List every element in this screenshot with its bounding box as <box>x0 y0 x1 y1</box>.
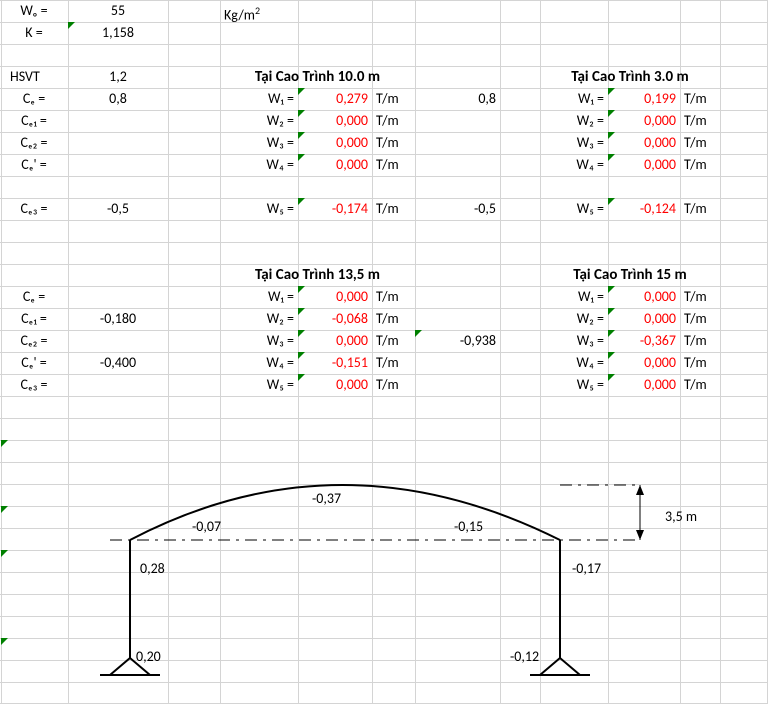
mid-val-10a[interactable]: 0,8 <box>415 88 500 110</box>
w5-label-10: W₅ = <box>220 198 298 220</box>
w3-unit-10: T/m <box>372 132 415 154</box>
w5-value-135[interactable]: 0,000 <box>298 374 372 396</box>
ce1-label: Cₑ₁ = <box>0 110 68 132</box>
w2-value-15[interactable]: 0,000 <box>608 308 680 330</box>
w4-label-3: W₄ = <box>540 154 608 176</box>
diagram-value-top: -0,37 <box>312 490 341 507</box>
wo-value[interactable]: 55 <box>68 0 168 22</box>
ce3-label-2: Cₑ₃ = <box>0 374 68 396</box>
w4-value-10[interactable]: 0,000 <box>298 154 372 176</box>
w2-value-3[interactable]: 0,000 <box>608 110 680 132</box>
w2-unit-10: T/m <box>372 110 415 132</box>
w5-value-10[interactable]: -0,174 <box>298 198 372 220</box>
w5-unit-135: T/m <box>372 374 415 396</box>
w1-label-135: W₁ = <box>220 286 298 308</box>
heading-3m: Tại Cao Trình 3.0 m <box>540 66 720 88</box>
diagram-value-left-mid: 0,28 <box>140 560 165 577</box>
ce3-label: Cₑ₃ = <box>0 198 68 220</box>
w1-value-135[interactable]: 0,000 <box>298 286 372 308</box>
w4-label-15: W₄ = <box>540 352 608 374</box>
w3-label-15: W₃ = <box>540 330 608 352</box>
diagram-value-left-base: 0,20 <box>136 648 161 665</box>
diagram-value-right-upper: -0,15 <box>454 518 483 535</box>
w2-label-15: W₂ = <box>540 308 608 330</box>
w1-label-10: W₁ = <box>220 88 298 110</box>
ce1-value-135[interactable]: -0,180 <box>68 308 168 330</box>
w4-unit-3: T/m <box>680 154 723 176</box>
w2-value-10[interactable]: 0,000 <box>298 110 372 132</box>
w3-label-10: W₃ = <box>220 132 298 154</box>
w2-unit-135: T/m <box>372 308 415 330</box>
w2-label-10: W₂ = <box>220 110 298 132</box>
hsvt-value[interactable]: 1,2 <box>68 66 168 88</box>
ce1-label-2: Cₑ₁ = <box>0 308 68 330</box>
mid-val-10b[interactable]: -0,5 <box>415 198 500 220</box>
w1-value-3[interactable]: 0,199 <box>608 88 680 110</box>
w4-label-135: W₄ = <box>220 352 298 374</box>
w3-value-10[interactable]: 0,000 <box>298 132 372 154</box>
cep-label-2: Cₑ' = <box>0 352 68 374</box>
mid-val-135[interactable]: -0,938 <box>415 330 500 352</box>
diagram-height-label: 3,5 m <box>665 508 697 525</box>
w4-unit-135: T/m <box>372 352 415 374</box>
hsvt-label: HSVT <box>6 66 68 88</box>
w3-unit-135: T/m <box>372 330 415 352</box>
w3-label-135: W₃ = <box>220 330 298 352</box>
k-label: K = <box>0 22 68 44</box>
ce-label: Cₑ = <box>0 88 68 110</box>
diagram-value-right-mid: -0,17 <box>572 560 601 577</box>
w5-unit-3: T/m <box>680 198 723 220</box>
w4-value-135[interactable]: -0,151 <box>298 352 372 374</box>
w3-unit-15: T/m <box>680 330 723 352</box>
cep-label: Cₑ' = <box>0 154 68 176</box>
ce-label-2: Cₑ = <box>0 286 68 308</box>
w4-value-3[interactable]: 0,000 <box>608 154 680 176</box>
w1-value-15[interactable]: 0,000 <box>608 286 680 308</box>
w2-label-135: W₂ = <box>220 308 298 330</box>
w2-unit-15: T/m <box>680 308 723 330</box>
w1-unit-135: T/m <box>372 286 415 308</box>
w5-unit-15: T/m <box>680 374 723 396</box>
w4-value-15[interactable]: 0,000 <box>608 352 680 374</box>
ce2-label-2: Cₑ₂ = <box>0 330 68 352</box>
frame-diagram <box>0 440 768 704</box>
w3-unit-3: T/m <box>680 132 723 154</box>
heading-15m: Tại Cao Trình 15 m <box>540 264 720 286</box>
w4-unit-10: T/m <box>372 154 415 176</box>
w4-unit-15: T/m <box>680 352 723 374</box>
w5-label-135: W₅ = <box>220 374 298 396</box>
w1-label-15: W₁ = <box>540 286 608 308</box>
w5-unit-10: T/m <box>372 198 415 220</box>
w5-value-15[interactable]: 0,000 <box>608 374 680 396</box>
heading-10m: Tại Cao Trình 10.0 m <box>220 66 415 88</box>
w5-label-15: W₅ = <box>540 374 608 396</box>
w1-value-10[interactable]: 0,279 <box>298 88 372 110</box>
cep-value-135[interactable]: -0,400 <box>68 352 168 374</box>
w1-label-3: W₁ = <box>540 88 608 110</box>
ce-value-10[interactable]: 0,8 <box>68 88 168 110</box>
heading-135m: Tại Cao Trình 13,5 m <box>220 264 415 286</box>
wo-label: Wₒ = <box>0 0 68 22</box>
w3-value-3[interactable]: 0,000 <box>608 132 680 154</box>
diagram-value-right-base: -0,12 <box>510 648 539 665</box>
w2-label-3: W₂ = <box>540 110 608 132</box>
w1-unit-3: T/m <box>680 88 723 110</box>
k-value[interactable]: 1,158 <box>68 22 168 44</box>
w3-value-15[interactable]: -0,367 <box>608 330 680 352</box>
w1-unit-15: T/m <box>680 286 723 308</box>
w3-value-135[interactable]: 0,000 <box>298 330 372 352</box>
w5-value-3[interactable]: -0,124 <box>608 198 680 220</box>
w2-value-135[interactable]: -0,068 <box>298 308 372 330</box>
w2-unit-3: T/m <box>680 110 723 132</box>
w4-label-10: W₄ = <box>220 154 298 176</box>
ce3-value-10[interactable]: -0,5 <box>68 198 168 220</box>
wo-unit: Kg/m2 <box>220 0 298 22</box>
w1-unit-10: T/m <box>372 88 415 110</box>
diagram-value-left-upper: -0,07 <box>192 518 221 535</box>
ce2-label: Cₑ₂ = <box>0 132 68 154</box>
w5-label-3: W₅ = <box>540 198 608 220</box>
w3-label-3: W₃ = <box>540 132 608 154</box>
